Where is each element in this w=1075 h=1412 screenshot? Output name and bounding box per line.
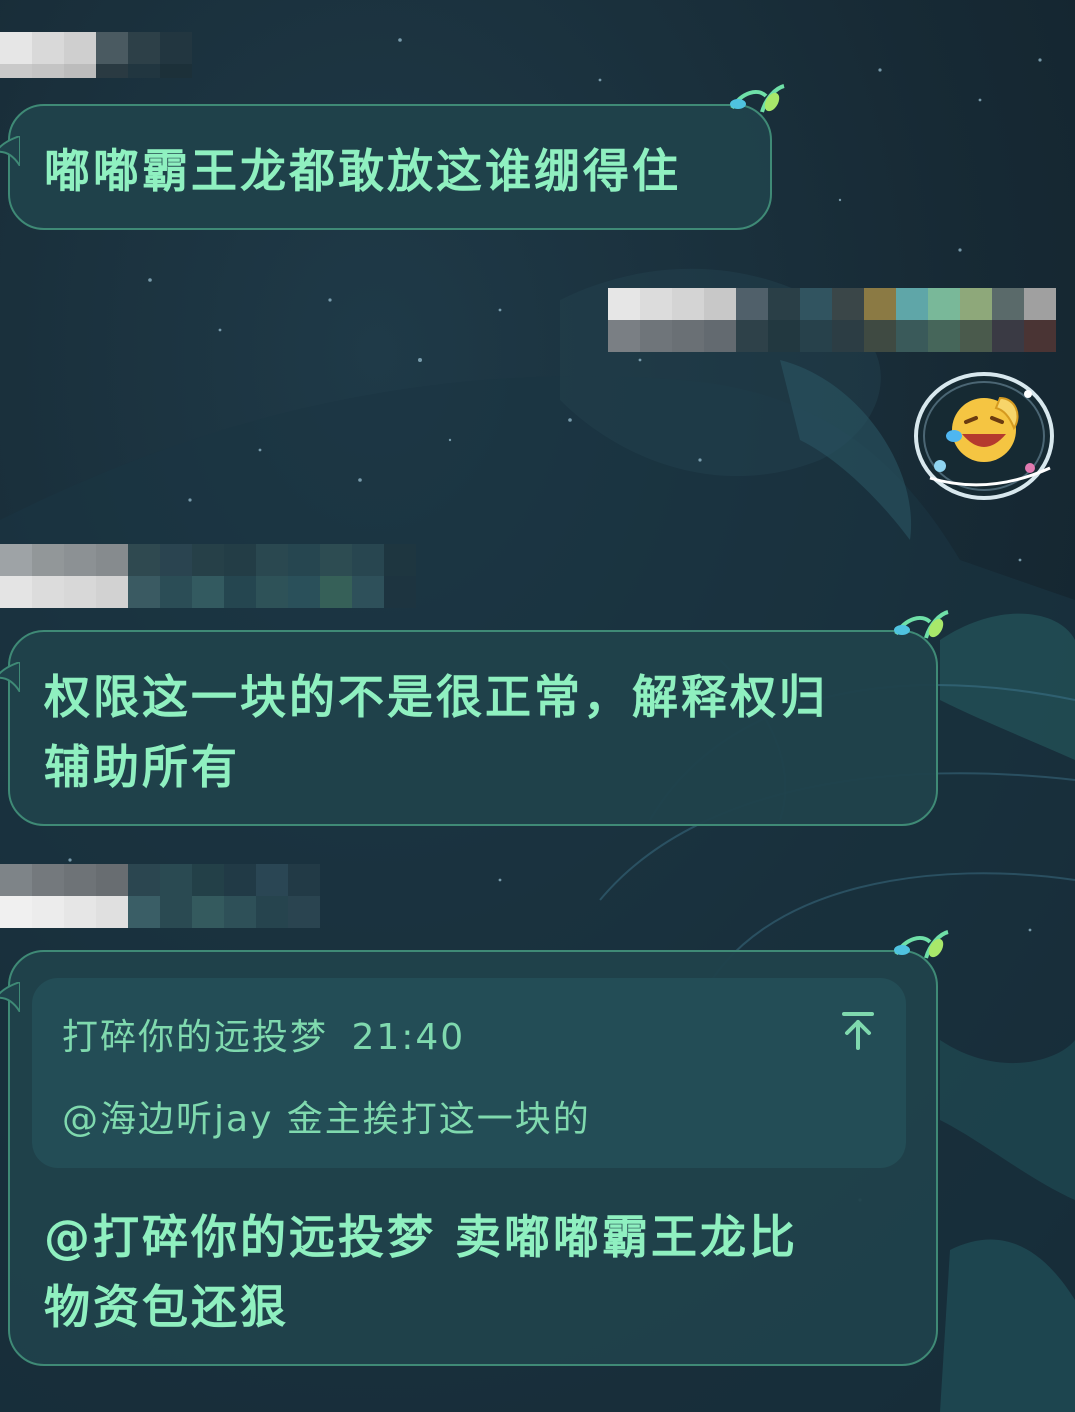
sender-name-pixelated [0,544,416,608]
laughing-crying-emoji-icon[interactable] [910,368,1056,504]
quote-text: @海边听jay 金主挨打这一块的 [62,1099,591,1140]
bubble-tail [0,662,20,692]
incoming-message-bubble[interactable]: 权限这一块的不是很正常，解释权归 辅助所有 [0,610,949,826]
message-text-line-2: 辅助所有 [44,740,240,794]
quote-header: 打碎你的远投梦 21:40 [62,1008,465,1060]
quote-time: 21:40 [351,1017,466,1058]
quote-author: 打碎你的远投梦 [62,1017,329,1058]
incoming-message-bubble[interactable]: 嘟嘟霸王龙都敢放这谁绷得住 [0,84,785,230]
bubble-tail [0,136,20,166]
incoming-message-bubble-with-quote[interactable]: 打碎你的远投梦 21:40 @海边听jay 金主挨打这一块的 @打碎你的远投梦 … [0,930,949,1366]
sender-name-pixelated [0,32,192,78]
message-text-line-1: 权限这一块的不是很正常，解释权归 [44,670,828,724]
sender-name-pixelated [608,288,1056,352]
sender-name-pixelated [0,864,320,928]
message-text-line-1: @打碎你的远投梦 卖嘟嘟霸王龙比 [44,1210,799,1264]
message-text: 嘟嘟霸王龙都敢放这谁绷得住 [44,144,681,198]
scroll-to-original-icon[interactable] [838,1010,878,1052]
quoted-message[interactable]: 打碎你的远投梦 21:40 @海边听jay 金主挨打这一块的 [32,978,906,1168]
leaf-decoration-icon [894,930,949,959]
leaf-decoration-icon [730,84,785,113]
leaf-decoration-icon [894,610,949,639]
bubble-tail [0,982,20,1012]
message-text-line-2: 物资包还狠 [44,1280,289,1334]
